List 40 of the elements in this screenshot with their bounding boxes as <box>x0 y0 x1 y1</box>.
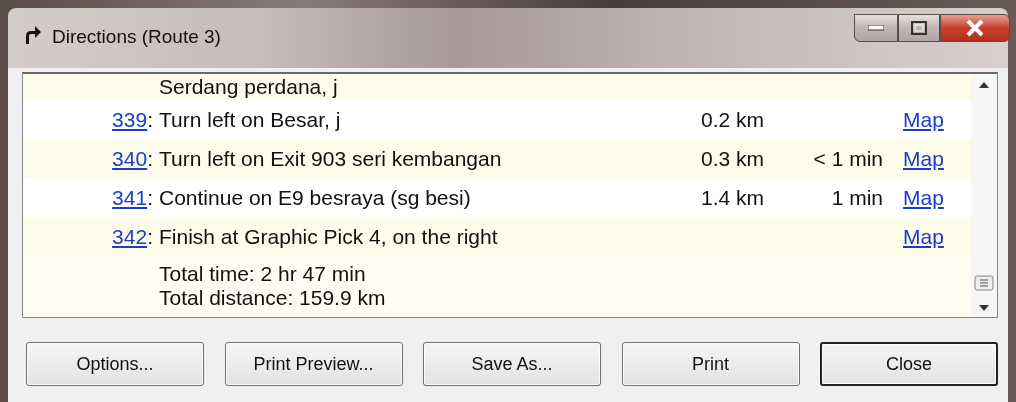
instruction-text: Finish at Graphic Pick 4, on the right <box>158 224 498 249</box>
step-link[interactable]: 340 <box>112 146 148 171</box>
dialog-button[interactable]: Options... <box>26 342 204 386</box>
scrollbar[interactable] <box>971 74 997 317</box>
scroll-thumb-icon[interactable] <box>974 275 994 291</box>
dialog-button[interactable]: Close <box>820 342 998 386</box>
minimize-button[interactable] <box>854 14 898 42</box>
map-link[interactable]: Map <box>883 146 953 171</box>
colon-text: : <box>147 107 153 132</box>
step-link[interactable]: 341 <box>112 185 148 210</box>
window-title: Directions (Route 3) <box>52 26 221 48</box>
instruction-text: Serdang perdana, j <box>158 75 338 99</box>
step-link[interactable]: 342 <box>112 224 148 249</box>
close-icon <box>965 19 985 37</box>
minimize-icon <box>868 25 884 31</box>
colon-text: : <box>147 224 153 249</box>
time-text: 1 min <box>831 185 883 210</box>
instruction-text: Turn left on Besar, j <box>158 107 341 132</box>
distance-text: 0.3 km <box>700 146 765 171</box>
distance-text: 0.2 km <box>700 107 765 132</box>
dialog-button[interactable]: Print <box>621 342 800 386</box>
maximize-button[interactable] <box>898 14 940 42</box>
map-link[interactable]: Map <box>883 107 953 132</box>
colon-text: : <box>147 146 153 171</box>
time-text: < 1 min <box>813 146 883 171</box>
dialog-button[interactable]: Save As... <box>423 342 601 386</box>
colon-text: : <box>147 185 153 210</box>
step-link[interactable]: 339 <box>112 107 148 132</box>
total-text: Total time: 2 hr 47 min <box>159 262 367 286</box>
map-link[interactable]: Map <box>883 224 953 249</box>
distance-text: 1.4 km <box>700 185 765 210</box>
scroll-down-icon[interactable] <box>979 305 989 311</box>
dialog-button[interactable]: Print Preview... <box>224 342 403 386</box>
maximize-icon <box>911 21 927 35</box>
close-button[interactable] <box>940 14 1010 42</box>
instruction-text: Continue on E9 besraya (sg besi) <box>158 185 471 210</box>
instruction-text: Turn left on Exit 903 seri kembangan <box>158 146 502 171</box>
map-link[interactable]: Map <box>883 185 953 210</box>
scroll-up-icon[interactable] <box>979 82 989 88</box>
total-text: Total distance: 159.9 km <box>159 286 387 310</box>
